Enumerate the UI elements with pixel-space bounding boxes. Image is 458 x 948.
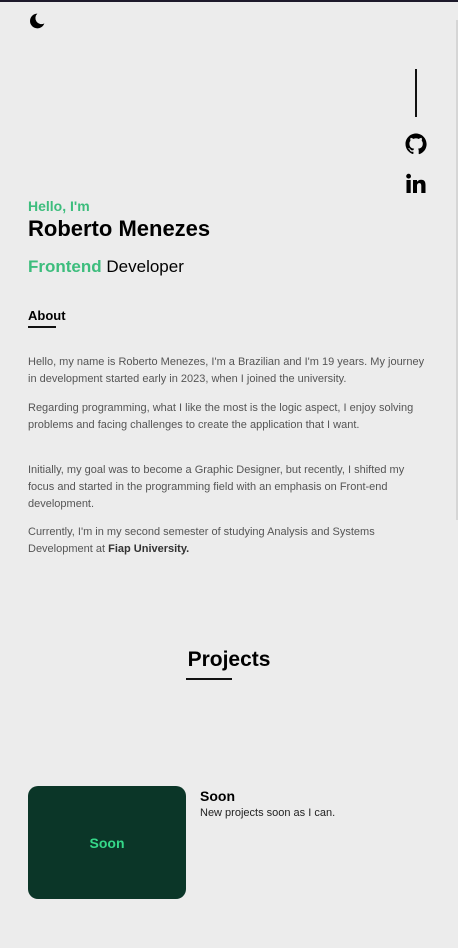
project-description: New projects soon as I can.	[200, 807, 336, 819]
role-rest: Developer	[101, 257, 184, 276]
about-paragraph: Currently, I'm in my second semester of …	[28, 524, 428, 558]
github-link[interactable]	[404, 132, 428, 156]
greeting: Hello, I'm	[28, 198, 90, 214]
project-thumbnail[interactable]: Soon	[28, 786, 186, 899]
top-border	[0, 0, 458, 2]
moon-icon	[30, 13, 45, 29]
developer-role: Frontend Developer	[28, 257, 184, 277]
linkedin-icon	[406, 173, 426, 193]
about-paragraph: Regarding programming, what I like the m…	[28, 402, 414, 431]
about-paragraph: Initially, my goal was to become a Graph…	[28, 464, 405, 510]
about-paragraph-text: Currently, I'm in my second semester of …	[28, 526, 375, 555]
role-accent: Frontend	[28, 257, 102, 276]
linkedin-link[interactable]	[404, 172, 428, 196]
theme-toggle-button[interactable]	[28, 12, 46, 30]
project-title: Soon	[200, 788, 235, 804]
projects-underline	[186, 678, 232, 680]
social-divider	[415, 69, 417, 117]
projects-heading: Projects	[187, 648, 271, 671]
university-name: Fiap University.	[108, 543, 190, 555]
about-underline	[28, 326, 56, 328]
about-paragraph: Hello, my name is Roberto Menezes, I'm a…	[28, 356, 425, 385]
developer-name: Roberto Menezes	[28, 216, 211, 241]
github-icon	[405, 133, 427, 155]
about-heading: About	[28, 308, 66, 323]
